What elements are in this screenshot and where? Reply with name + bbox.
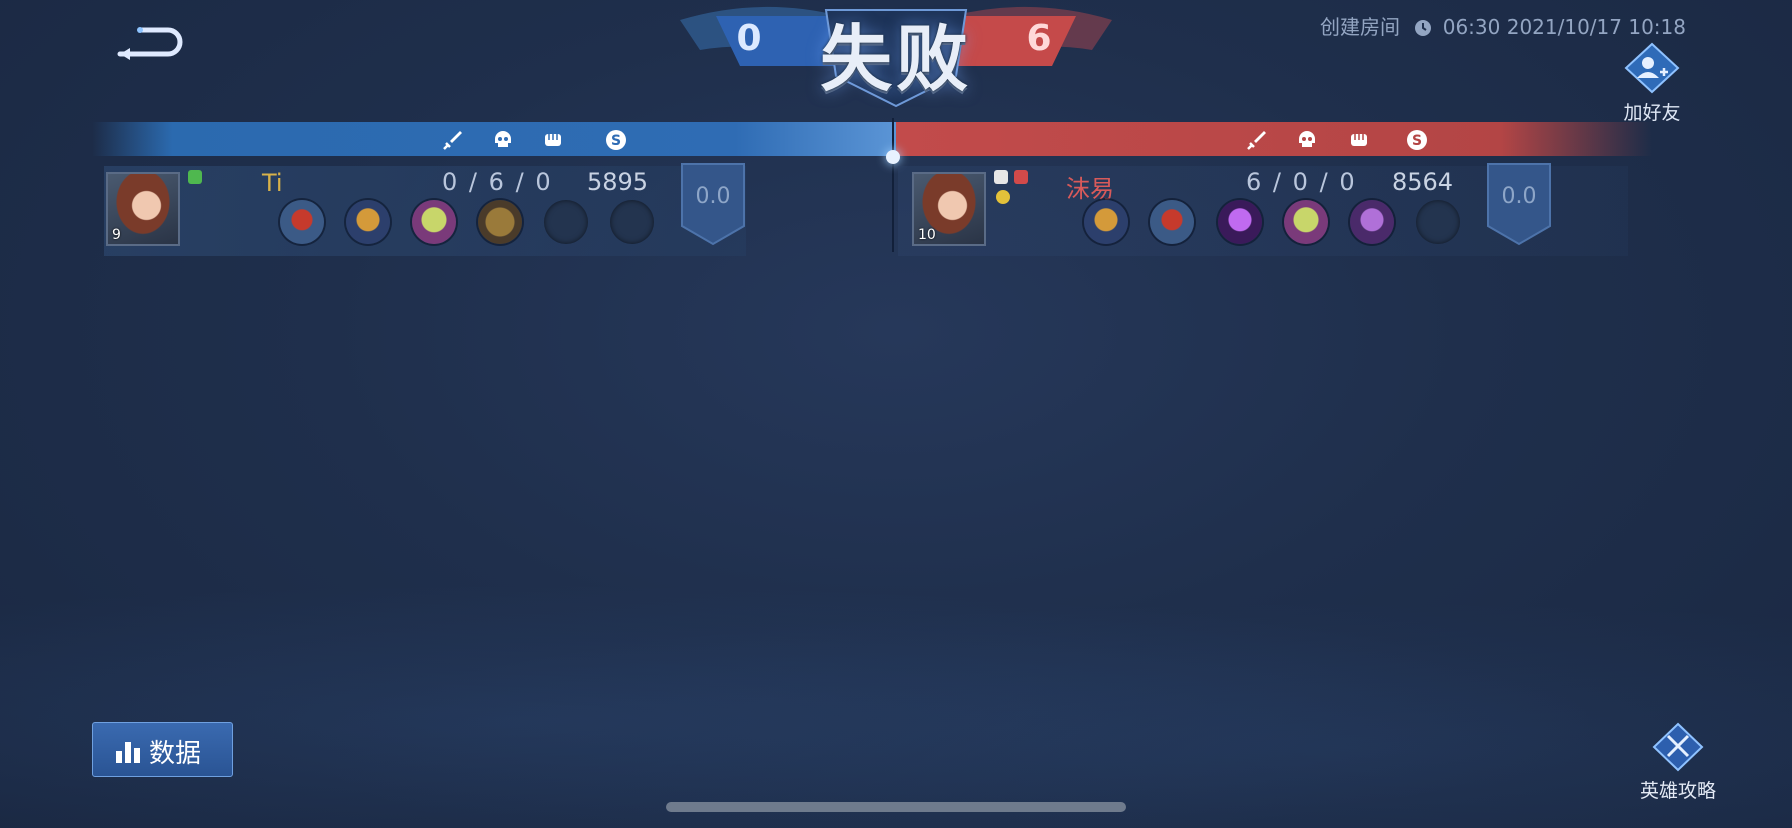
home-indicator[interactable] [666,802,1126,812]
scepter-item-icon[interactable] [1350,200,1394,244]
right-team-score: 6 [1026,18,1052,59]
shield-badge-icon [188,170,202,184]
helmet-badge-icon [1014,170,1028,184]
kda-separator: / [515,168,526,196]
boots-item-icon[interactable] [280,200,324,244]
empty-item-slot [1416,200,1460,244]
assists-value: 0 [1339,168,1357,196]
data-button-label: 数据 [149,739,202,769]
empty-item-slot [544,200,588,244]
left-team-score: 0 [736,18,762,59]
deaths-value: 6 [488,168,506,196]
player-name[interactable]: 沫易 [1066,169,1114,204]
match-datetime: 2021/10/17 10:18 [1506,15,1686,39]
gold-value: 8564 [1392,168,1454,196]
add-friend-icon [1624,42,1680,94]
return-arrow-icon [117,27,183,60]
tome-item-icon[interactable] [478,200,522,244]
crossed-swords-badge-icon [994,170,1008,184]
gold-value: 5895 [587,168,649,196]
hero-guide-label: 英雄攻略 [1639,780,1716,802]
book-item-icon[interactable] [412,200,456,244]
goblet-item-icon[interactable] [346,200,390,244]
rating-value: 0.0 [695,184,731,209]
team-divider [892,118,894,252]
trident-item-icon[interactable] [1218,200,1262,244]
background-decoration [0,560,1792,828]
rating-badge[interactable]: 0.0 [1486,162,1552,248]
rating-value: 0.0 [1501,184,1537,209]
deaths-skull-icon [1299,131,1315,147]
data-button[interactable]: 数据 [92,722,233,777]
kills-sword-icon [1247,131,1266,150]
clock-icon [1415,20,1432,36]
kda-separator: / [468,168,480,196]
rating-badge[interactable]: 0.0 [680,162,746,248]
assists-fist-icon [1351,134,1367,146]
svg-text:S: S [611,133,621,149]
hero-level: 9 [112,227,121,243]
player-name[interactable]: Ti [262,169,283,197]
kills-value: 6 [1246,168,1264,196]
gold-medal-badge-icon [996,190,1010,204]
kills-sword-icon [443,131,462,150]
book-item-icon[interactable] [1284,200,1328,244]
back-button[interactable] [112,22,192,66]
hero-guide-icon [1652,722,1704,772]
hero-avatar[interactable]: 9 [106,172,180,246]
boots-item-icon[interactable] [1150,200,1194,244]
gold-coin-icon: S [1407,130,1427,150]
hero-level: 10 [918,227,936,243]
goblet-item-icon[interactable] [1084,200,1128,244]
kda-separator: / [1319,168,1330,196]
deaths-value: 0 [1292,168,1310,196]
deaths-skull-icon [495,131,511,147]
hero-guide-button[interactable]: 英雄攻略 [1628,722,1728,803]
kda-separator: / [1272,168,1284,196]
player-kda: 6 / 0 / 0 [1246,168,1357,196]
room-type-label: 创建房间 [1320,15,1400,39]
hero-avatar[interactable]: 10 [912,172,986,246]
empty-item-slot [610,200,654,244]
right-team-header-bar [896,122,1652,156]
kills-value: 0 [442,168,460,196]
bar-chart-icon [116,742,140,763]
assists-fist-icon [545,134,561,146]
player-kda: 0 / 6 / 0 [442,168,553,196]
svg-text:S: S [1412,133,1422,149]
room-info: 创建房间 06:30 2021/10/17 10:18 [1320,11,1686,40]
match-duration: 06:30 [1442,15,1501,39]
center-node-icon [886,150,900,164]
add-friend-label: 加好友 [1623,102,1681,124]
gold-coin-icon: S [606,130,626,150]
assists-value: 0 [535,168,553,196]
add-friend-button[interactable]: 加好友 [1622,42,1682,125]
match-result-title: 失败 [819,17,972,101]
